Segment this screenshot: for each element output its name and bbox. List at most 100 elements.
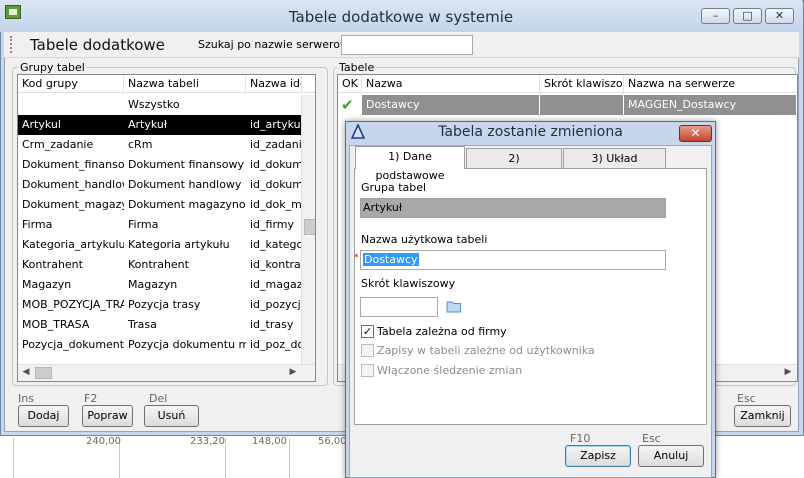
dialog-title: Tabela zostanie zmieniona [438,124,623,140]
column-header-skrot[interactable]: Skrót klawiszow [540,75,624,93]
checkmark-icon: ✔ [338,95,362,115]
search-input[interactable] [341,35,473,55]
tables-panel-title: Tabele [337,61,377,74]
company-dependent-checkbox[interactable]: ✓ [361,325,374,338]
minimize-button[interactable]: – [701,8,730,24]
list-item[interactable]: Firma Firma id_firmy [18,215,301,235]
toolbar-grip-icon[interactable] [10,36,13,53]
scroll-right-icon[interactable]: ▶ [782,365,794,380]
column-header-nazwa-serwer[interactable]: Nazwa na serwerze [624,75,797,93]
tab-uklad-formularza[interactable]: 3) Układ formularza [563,148,666,184]
list-item[interactable]: Kategoria_artykulu Kategoria artykułu id_k… [18,235,302,255]
list-item[interactable]: Dokument_magazynowy Dokument magazynowy id… [18,195,302,215]
list-cell: Firma [128,218,159,231]
list-cell: Firma [22,218,53,231]
shortcut-ins: Ins [18,392,34,405]
background-value: 233,20 [190,436,225,447]
list-cell: Pozycja dokumentu mag [128,338,246,351]
groups-horizontal-scrollbar[interactable]: ◀ ▶ [18,364,315,381]
list-cell: Dokument_magazynowy [22,198,124,211]
list-item[interactable]: Crm_zadanie cRm id_zadania [18,135,302,155]
list-item[interactable]: Magazyn Magazyn id_magazy [18,275,302,295]
shortcut-f2: F2 [84,392,98,405]
scrollbar-thumb[interactable] [304,219,315,235]
list-cell: Kontrahent [128,258,189,271]
groups-vertical-scrollbar[interactable] [301,95,315,364]
edit-button[interactable]: Popraw [82,405,133,427]
dialog-close-button[interactable]: ✕ [679,125,712,142]
list-cell: Magazyn [128,278,178,291]
list-cell: id_kategor [250,238,302,251]
add-button[interactable]: Dodaj [18,405,69,427]
search-label: Szukaj po nazwie serwerowej [198,38,359,51]
tab-zaawansowane[interactable]: 2) Zaawansowane [466,148,562,184]
user-dependent-checkbox[interactable] [361,344,374,357]
groups-grid-header: Kod grupy Nazwa tabeli Nazwa ide [18,75,315,93]
table-cell: Dostawcy [362,95,540,115]
list-cell [18,95,124,115]
shortcut-esc-dialog: Esc [642,432,661,445]
list-item[interactable]: Dokument_finansowy Dokument finansowy id_d… [18,155,302,175]
list-cell: Dokument handlowy [128,178,242,191]
shortcut-field[interactable] [360,297,438,317]
groups-panel-title: Grupy tabel [18,61,87,74]
list-item[interactable]: MOB_POZYCJA_TRASY Pozycja trasy id_pozycji… [18,295,302,315]
list-item[interactable]: Artykul Artykuł id_artykulu [18,115,302,135]
change-tracking-checkbox[interactable] [361,364,374,377]
window-title: Tabele dodatkowe w systemie [288,8,514,26]
toolbar-title: Tabele dodatkowe [30,36,165,54]
list-cell [246,95,302,115]
list-item[interactable]: Kontrahent Kontrahent id_kontrah [18,255,302,275]
delete-button[interactable]: Usuń [144,405,199,427]
list-cell: id_poz_dok [250,338,302,351]
list-cell: id_dok_ma [250,198,302,211]
scrollbar-thumb[interactable] [35,367,52,379]
list-cell: id_artykulu [250,118,302,131]
list-cell: Trasa [128,318,157,331]
column-header-nazwa[interactable]: Nazwa [362,75,540,93]
list-cell: id_magazy [250,278,302,291]
list-cell: Kategoria_artykulu [22,238,124,251]
background-value: 148,00 [252,436,287,447]
name-field[interactable]: Dostawcy [360,250,666,270]
list-cell: id_dokume [250,178,302,191]
shortcut-esc: Esc [737,392,756,405]
table-cell: MAGGEN_Dostawcy [628,98,737,111]
cancel-button[interactable]: Anuluj [638,445,704,467]
save-button[interactable]: Zapisz [565,445,631,467]
list-cell: Pozycja trasy [128,298,201,311]
list-item[interactable]: Pozycja_dokumentu_ Pozycja dokumentu mag i… [18,335,302,355]
tab-dane-podstawowe[interactable]: 1) Dane podstawowe [355,146,465,182]
list-item[interactable]: Dokument_handlowy Dokument handlowy id_dok… [18,175,302,195]
shortcut-f10: F10 [570,432,591,445]
scroll-left-icon[interactable]: ◀ [20,365,32,380]
list-cell: MOB_TRASA [22,318,90,331]
group-field: Artykuł [360,198,666,218]
close-button[interactable]: Zamknij [734,405,791,427]
shortcut-label: Skrót klawiszowy [361,277,456,290]
table-row[interactable]: ✔ Dostawcy MAGGEN_Dostawcy [338,95,796,115]
column-header-kod[interactable]: Kod grupy [18,75,124,93]
list-cell: Magazyn [22,278,72,291]
name-field-value: Dostawcy [363,253,419,266]
close-window-button[interactable]: ✕ [765,8,794,24]
list-cell: Kategoria artykułu [128,238,230,251]
column-header-nazwa-id[interactable]: Nazwa ide [246,75,302,93]
list-cell: Kontrahent [22,258,83,271]
grid-line [225,438,226,478]
folder-icon[interactable] [446,300,462,313]
list-item[interactable]: MOB_TRASA Trasa id_trasy [18,315,301,335]
scroll-right-icon[interactable]: ▶ [287,365,299,380]
groups-grid[interactable]: Kod grupy Nazwa tabeli Nazwa ide Wszystk… [17,74,316,382]
list-cell: Pozycja_dokumentu_ [22,338,124,351]
column-header-nazwa-tabeli[interactable]: Nazwa tabeli [124,75,246,93]
maximize-button[interactable]: □ [733,8,762,24]
list-cell: Dokument magazynowy [128,198,246,211]
table-cell [540,95,624,115]
list-item[interactable]: Wszystko [18,95,301,115]
column-header-ok[interactable]: OK [338,75,362,93]
background-value: 240,00 [86,436,121,447]
background-value: 56,00 [318,436,347,447]
list-cell: id_trasy [250,318,294,331]
list-cell: Dokument_finansowy [22,158,124,171]
